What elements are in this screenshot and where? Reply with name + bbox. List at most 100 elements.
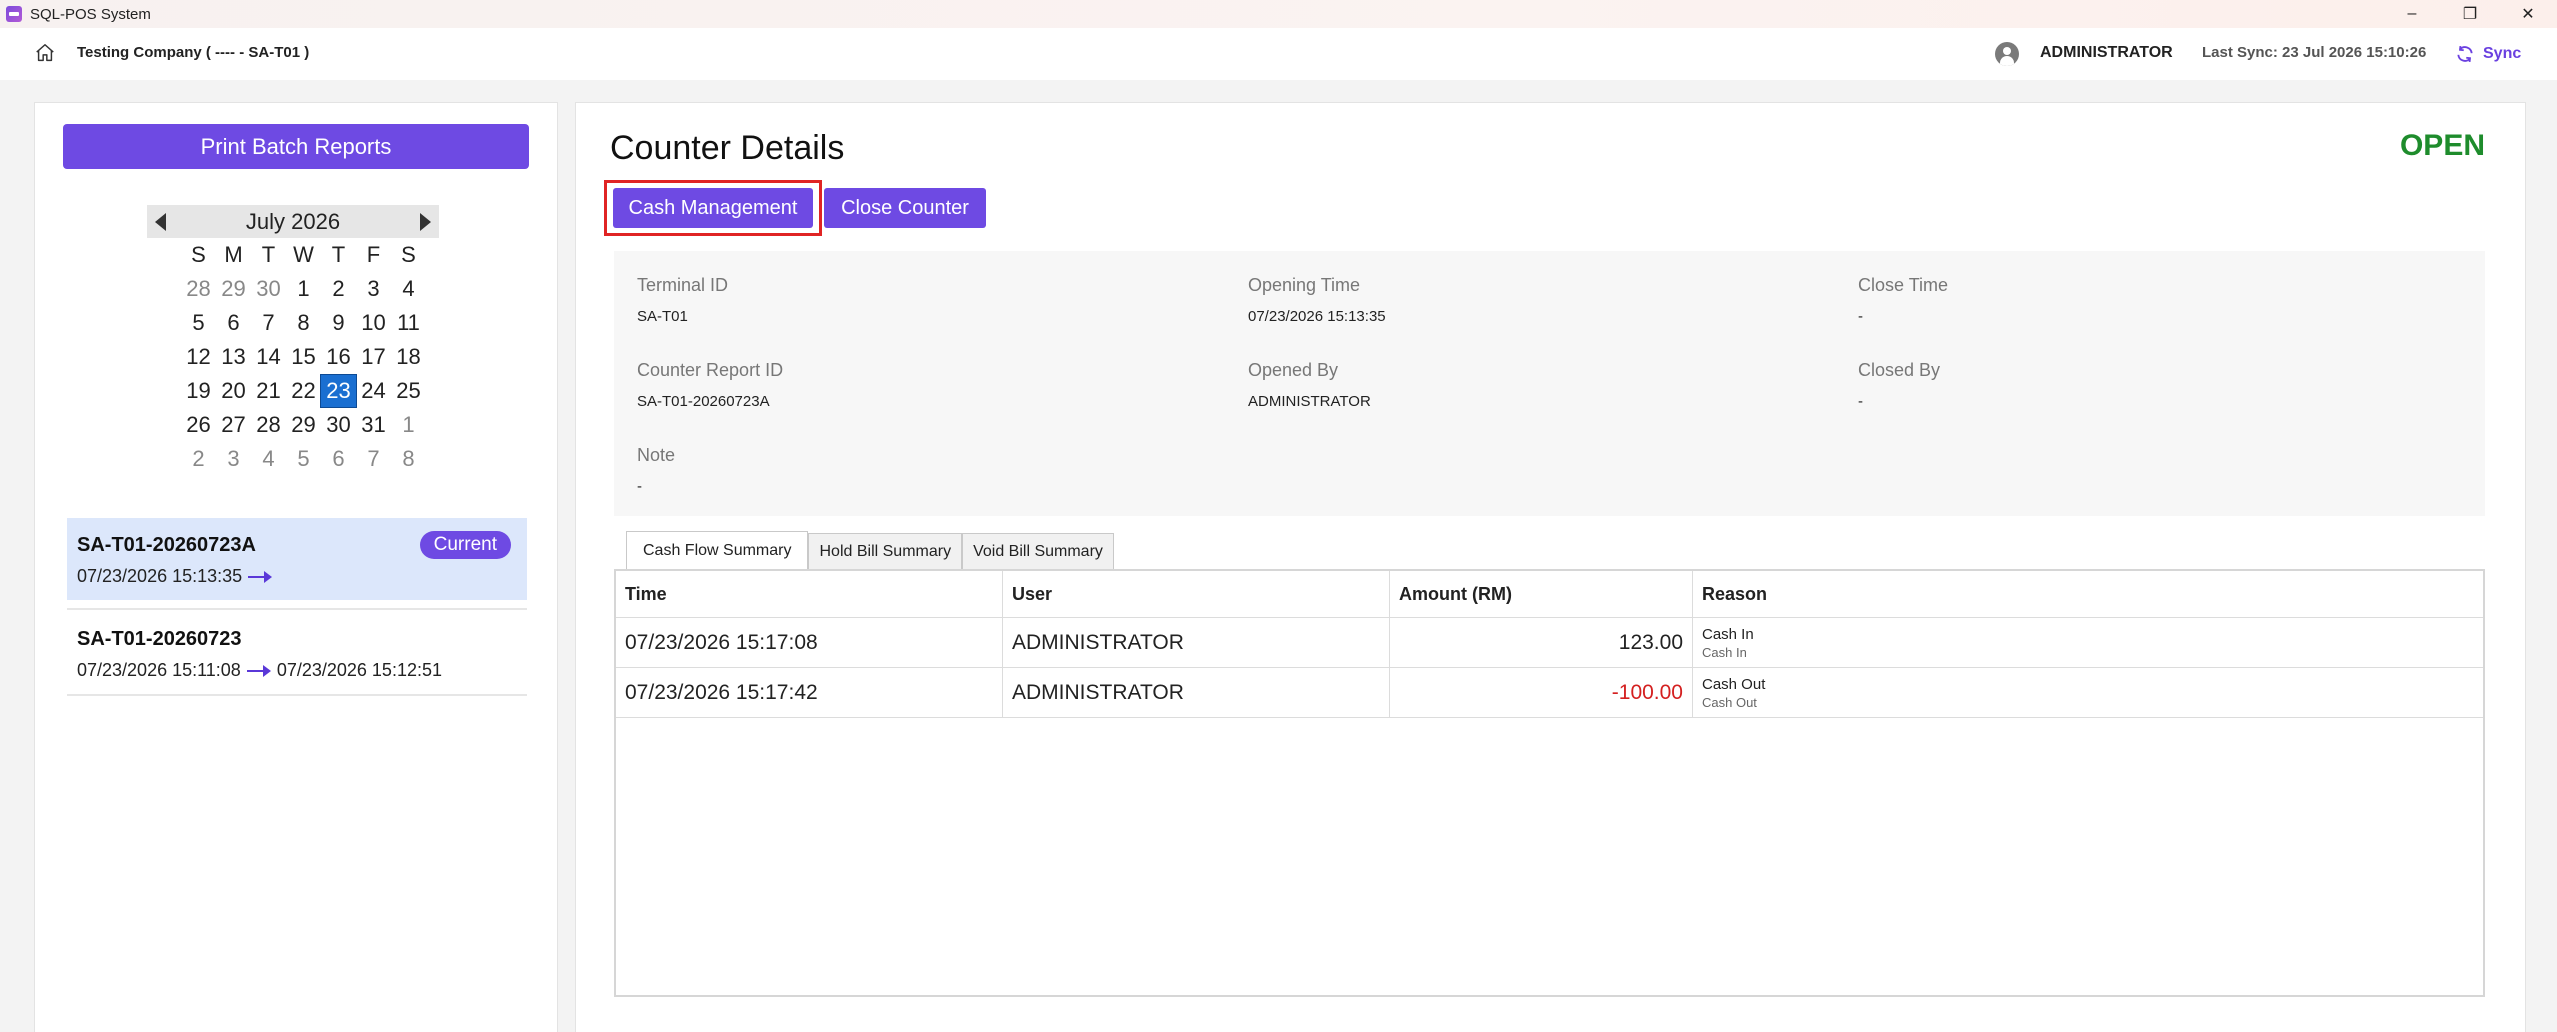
calendar-day[interactable]: 9 <box>321 307 356 339</box>
calendar-day[interactable]: 3 <box>356 273 391 305</box>
calendar-week: 2 3 4 5 6 7 8 <box>147 442 439 476</box>
cell-reason: Cash In Cash In <box>1693 618 2483 667</box>
tab-hold-bill-summary[interactable]: Hold Bill Summary <box>808 533 963 569</box>
calendar-week: 12 13 14 15 16 17 18 <box>147 340 439 374</box>
print-batch-reports-button[interactable]: Print Batch Reports <box>63 124 529 169</box>
calendar-day[interactable]: 6 <box>216 307 251 339</box>
calendar-day[interactable]: 17 <box>356 341 391 373</box>
counter-details-panel: Counter Details OPEN Cash Management Clo… <box>575 102 2526 1032</box>
session-end: 07/23/2026 15:12:51 <box>276 660 442 680</box>
calendar-day[interactable]: 28 <box>181 273 216 305</box>
calendar-day[interactable]: 3 <box>216 443 251 475</box>
calendar-day[interactable]: 5 <box>286 443 321 475</box>
reason-sublabel: Cash In <box>1702 644 1747 660</box>
counter-list-panel: Print Batch Reports July 2026 S M T W T … <box>34 102 558 1032</box>
counter-session-item-current[interactable]: SA-T01-20260723A Current 07/23/2026 15:1… <box>67 518 527 600</box>
calendar-day[interactable]: 14 <box>251 341 286 373</box>
calendar-day[interactable]: 1 <box>286 273 321 305</box>
calendar-day[interactable]: 8 <box>391 443 426 475</box>
calendar-day[interactable]: 30 <box>321 409 356 441</box>
calendar-day[interactable]: 19 <box>181 375 216 407</box>
calendar-day[interactable]: 16 <box>321 341 356 373</box>
calendar-day-selected[interactable]: 23 <box>320 374 357 408</box>
column-header-time[interactable]: Time <box>616 571 1003 617</box>
sync-button[interactable]: Sync <box>2455 39 2521 69</box>
previous-month-icon[interactable] <box>155 212 166 231</box>
sync-icon <box>2457 45 2473 63</box>
calendar-weekdays: S M T W T F S <box>147 238 439 272</box>
cash-management-button[interactable]: Cash Management <box>613 188 813 228</box>
calendar-day[interactable]: 2 <box>321 273 356 305</box>
field-value: SA-T01 <box>637 308 688 325</box>
calendar-day[interactable]: 8 <box>286 307 321 339</box>
restore-icon[interactable]: ❐ <box>2441 0 2499 28</box>
calendar-day[interactable]: 6 <box>321 443 356 475</box>
note-field: Note - <box>637 445 675 495</box>
calendar-day[interactable]: 20 <box>216 375 251 407</box>
calendar-day[interactable]: 27 <box>216 409 251 441</box>
company-name: Testing Company ( ---- - SA-T01 ) <box>77 44 310 61</box>
page-title: Counter Details <box>610 129 845 167</box>
cell-reason: Cash Out Cash Out <box>1693 668 2483 717</box>
calendar-day[interactable]: 30 <box>251 273 286 305</box>
calendar-month: July 2026 <box>245 208 341 234</box>
close-icon[interactable]: ✕ <box>2499 0 2557 28</box>
session-start: 07/23/2026 15:11:08 <box>77 660 241 680</box>
calendar-day[interactable]: 29 <box>286 409 321 441</box>
field-value: - <box>637 478 642 495</box>
calendar-week: 28 29 30 1 2 3 4 <box>147 272 439 306</box>
calendar-day[interactable]: 28 <box>251 409 286 441</box>
calendar-day[interactable]: 15 <box>286 341 321 373</box>
calendar-day[interactable]: 4 <box>391 273 426 305</box>
tab-cash-flow-summary[interactable]: Cash Flow Summary <box>626 531 809 569</box>
arrow-right-icon <box>248 570 273 583</box>
calendar-day[interactable]: 1 <box>391 409 426 441</box>
session-start: 07/23/2026 15:13:35 <box>77 566 243 586</box>
close-counter-button[interactable]: Close Counter <box>824 188 986 228</box>
cell-amount: 123.00 <box>1390 618 1693 667</box>
column-header-reason[interactable]: Reason <box>1693 571 2483 617</box>
calendar-header: July 2026 <box>147 205 439 238</box>
calendar-day[interactable]: 4 <box>251 443 286 475</box>
field-value: ADMINISTRATOR <box>1248 393 1371 410</box>
calendar-day[interactable]: 11 <box>391 307 426 339</box>
calendar-day[interactable]: 26 <box>181 409 216 441</box>
field-value: 07/23/2026 15:13:35 <box>1248 308 1386 325</box>
weekday-label: T <box>331 242 346 267</box>
home-icon[interactable] <box>34 42 56 64</box>
counter-session-item[interactable]: SA-T01-20260723 07/23/2026 15:11:08 07/2… <box>67 608 527 696</box>
calendar-day[interactable]: 21 <box>251 375 286 407</box>
minimize-icon[interactable]: – <box>2383 0 2441 28</box>
cell-amount: -100.00 <box>1390 668 1693 717</box>
field-value: SA-T01-20260723A <box>637 393 770 410</box>
next-month-icon[interactable] <box>420 212 431 231</box>
calendar-day[interactable]: 24 <box>356 375 391 407</box>
calendar-day[interactable]: 7 <box>251 307 286 339</box>
calendar-day[interactable]: 7 <box>356 443 391 475</box>
calendar-day[interactable]: 31 <box>356 409 391 441</box>
window-title: SQL-POS System <box>30 5 151 23</box>
tab-void-bill-summary[interactable]: Void Bill Summary <box>962 533 1114 569</box>
calendar-day[interactable]: 29 <box>216 273 251 305</box>
calendar-day[interactable]: 10 <box>356 307 391 339</box>
calendar-day[interactable]: 12 <box>181 341 216 373</box>
last-sync-status: Last Sync: 23 Jul 2026 15:10:26 <box>2202 44 2427 61</box>
calendar-day[interactable]: 25 <box>391 375 426 407</box>
calendar-day[interactable]: 5 <box>181 307 216 339</box>
column-header-user[interactable]: User <box>1003 571 1390 617</box>
user-avatar-icon <box>1995 42 2019 66</box>
column-header-amount[interactable]: Amount (RM) <box>1390 571 1693 617</box>
calendar: July 2026 S M T W T F S 28 29 30 1 2 3 4… <box>147 205 439 476</box>
calendar-day[interactable]: 18 <box>391 341 426 373</box>
weekday-label: S <box>191 242 206 267</box>
calendar-day[interactable]: 13 <box>216 341 251 373</box>
calendar-day[interactable]: 22 <box>286 375 321 407</box>
table-row[interactable]: 07/23/2026 15:17:08 ADMINISTRATOR 123.00… <box>616 618 2483 668</box>
calendar-day[interactable]: 2 <box>181 443 216 475</box>
terminal-id-field: Terminal ID SA-T01 <box>637 275 728 325</box>
app-icon <box>6 6 22 22</box>
title-bar: SQL-POS System – ❐ ✕ <box>0 0 2557 28</box>
cell-time: 07/23/2026 15:17:42 <box>616 668 1003 717</box>
session-id: SA-T01-20260723 <box>77 628 242 650</box>
table-row[interactable]: 07/23/2026 15:17:42 ADMINISTRATOR -100.0… <box>616 668 2483 718</box>
